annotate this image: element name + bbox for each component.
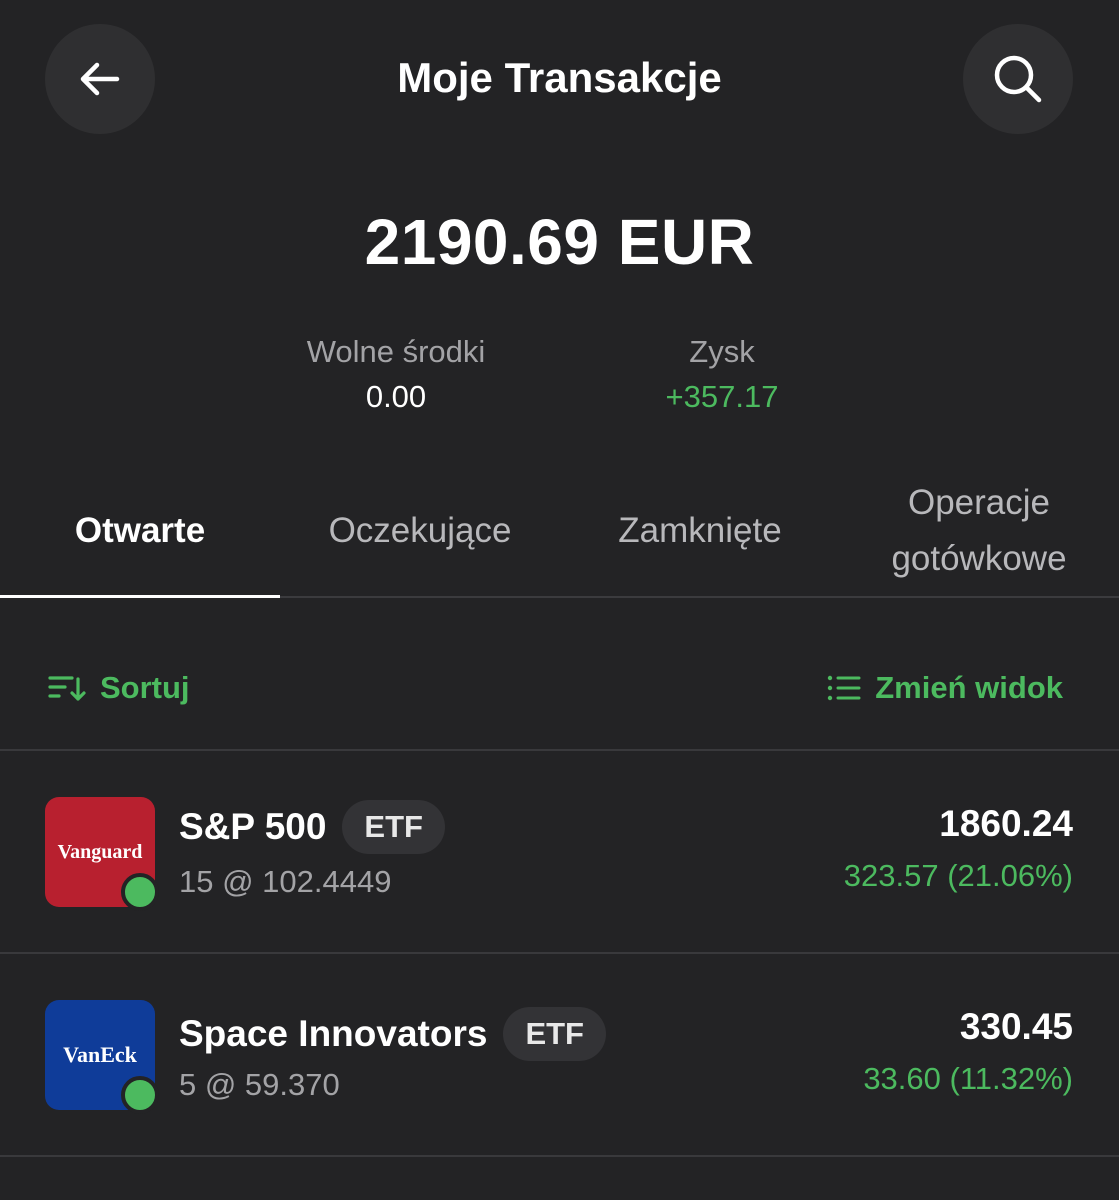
position-name-text: Space Innovators bbox=[179, 1013, 488, 1054]
position-quantity-price: 15 @ 102.4449 bbox=[179, 864, 392, 899]
tab-open[interactable]: Otwarte bbox=[0, 466, 280, 596]
sort-icon bbox=[48, 676, 86, 701]
active-tab-indicator bbox=[0, 595, 280, 598]
position-value: 330.45 bbox=[959, 1006, 1073, 1047]
position-name: S&P 500 ETF bbox=[179, 800, 445, 854]
position-row[interactable]: Vanguard S&P 500 ETF 15 @ 102.4449 1860.… bbox=[0, 752, 1119, 952]
list-divider bbox=[0, 952, 1119, 954]
position-change: 323.57 (21.06%) bbox=[843, 858, 1073, 893]
status-dot-icon bbox=[121, 873, 159, 911]
page-title: Moje Transakcje bbox=[397, 54, 722, 101]
position-name-text: S&P 500 bbox=[179, 806, 327, 847]
free-funds-value: 0.00 bbox=[365, 379, 427, 414]
vanguard-logo: Vanguard bbox=[45, 797, 159, 911]
logo-text: Vanguard bbox=[57, 840, 143, 863]
tab-cash-operations[interactable]: Operacje gotówkowe bbox=[839, 466, 1119, 596]
tab-bar: Otwarte Oczekujące Zamknięte Operacje go… bbox=[0, 466, 1119, 598]
vaneck-logo: VanEck bbox=[45, 1000, 159, 1114]
list-icon bbox=[828, 675, 861, 701]
tab-closed[interactable]: Zamknięte bbox=[560, 466, 840, 596]
profit-value: +357.17 bbox=[665, 379, 779, 414]
change-view-button[interactable]: Zmień widok bbox=[827, 660, 1063, 716]
list-divider bbox=[0, 749, 1119, 751]
position-row[interactable]: VanEck Space Innovators ETF 5 @ 59.370 3… bbox=[0, 955, 1119, 1155]
free-funds-label: Wolne środki bbox=[306, 334, 486, 369]
profit-label: Zysk bbox=[689, 334, 755, 369]
sort-button[interactable]: Sortuj bbox=[48, 660, 190, 716]
position-quantity-price: 5 @ 59.370 bbox=[179, 1067, 340, 1102]
position-name: Space Innovators ETF bbox=[179, 1007, 606, 1061]
logo-text: VanEck bbox=[63, 1042, 137, 1067]
search-icon bbox=[994, 55, 1042, 103]
position-change: 33.60 (11.32%) bbox=[863, 1061, 1073, 1096]
sort-label: Sortuj bbox=[100, 670, 190, 705]
position-value: 1860.24 bbox=[939, 803, 1073, 844]
status-dot-icon bbox=[121, 1076, 159, 1114]
etf-badge: ETF bbox=[342, 800, 445, 854]
search-button[interactable] bbox=[963, 24, 1073, 134]
account-balance: 2190.69 EUR bbox=[364, 206, 755, 278]
tab-pending[interactable]: Oczekujące bbox=[280, 466, 560, 596]
change-view-label: Zmień widok bbox=[875, 670, 1063, 705]
etf-badge: ETF bbox=[503, 1007, 606, 1061]
profit-stat: Zysk +357.17 bbox=[572, 332, 872, 420]
free-funds-stat: Wolne środki 0.00 bbox=[246, 332, 546, 420]
list-divider bbox=[0, 1155, 1119, 1157]
